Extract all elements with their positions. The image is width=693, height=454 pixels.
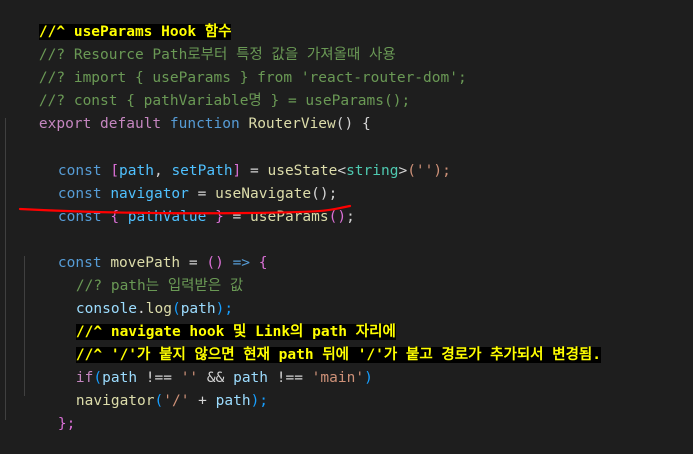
function-call: navigator bbox=[75, 393, 155, 409]
code-line-18: }; bbox=[23, 394, 75, 432]
code-line-17: navigator('/' + path); bbox=[41, 371, 268, 409]
punctuation: () { bbox=[335, 116, 371, 132]
angle-bracket: > bbox=[398, 163, 408, 179]
type: string bbox=[346, 163, 399, 179]
keyword-default: default bbox=[100, 116, 162, 132]
code-editor[interactable]: //^ useParams Hook 함수 //? Resource Path로… bbox=[0, 0, 693, 432]
string: 'main' bbox=[311, 370, 365, 386]
paren: ); bbox=[250, 393, 269, 409]
code-line-4: //? const { pathVariable명 } = useParams(… bbox=[4, 71, 410, 109]
code-line-7: const [path, setPath] = useState<string>… bbox=[23, 141, 451, 179]
brace: { bbox=[250, 255, 268, 271]
paren: ( bbox=[154, 393, 164, 409]
red-underline-annotation bbox=[18, 204, 352, 215]
code-line-13: console.log(path); bbox=[41, 279, 233, 317]
paren: ) bbox=[364, 370, 373, 386]
operator: !== bbox=[268, 370, 312, 386]
angle-bracket: < bbox=[337, 163, 347, 179]
code-line-5: export default function RouterView() { bbox=[4, 94, 371, 132]
code-line-3: //? import { useParams } from 'react-rou… bbox=[4, 48, 467, 86]
operator: + bbox=[189, 393, 216, 409]
code-line-16: if(path !== '' && path !== 'main') bbox=[41, 348, 373, 386]
variable: path bbox=[215, 393, 251, 409]
function-name: RouterView bbox=[248, 116, 336, 132]
code-line-11: const movePath = () => { bbox=[23, 233, 268, 271]
keyword-function: function bbox=[169, 116, 240, 132]
code-line-15: //^ '/'가 붙지 않으면 현재 path 뒤에 '/'가 붙고 경로가 추… bbox=[41, 325, 601, 363]
string: '/' bbox=[163, 393, 190, 409]
code-line-12: //? path는 입력받은 값 bbox=[41, 256, 243, 294]
indent-guide bbox=[5, 118, 6, 420]
code-line-8: const navigator = useNavigate(); bbox=[23, 164, 337, 202]
keyword-export: export bbox=[38, 116, 92, 132]
closing-brace: }; bbox=[57, 416, 76, 432]
code-line-14: //^ navigate hook 및 Link의 path 자리에 bbox=[41, 302, 396, 340]
string-args: (''); bbox=[407, 163, 451, 179]
code-line-1: //^ useParams Hook 함수 bbox=[4, 2, 232, 40]
code-line-2: //? Resource Path로부터 특정 값을 가져올때 사용 bbox=[4, 25, 396, 63]
